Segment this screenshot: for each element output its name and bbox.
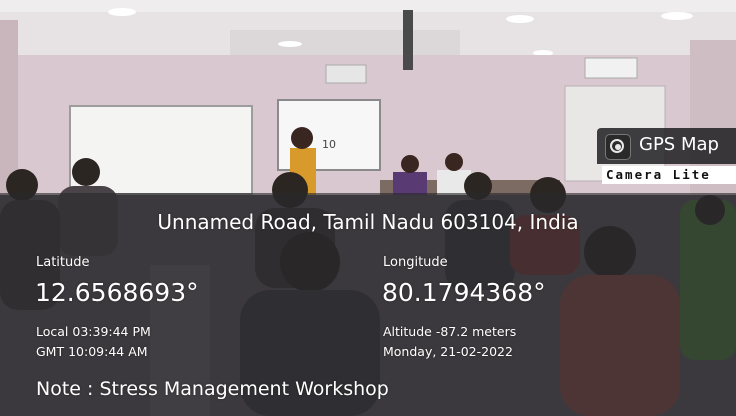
- local-time: Local 03:39:44 PM: [36, 324, 151, 339]
- note-text: Note : Stress Management Workshop: [36, 378, 389, 400]
- camera-lens-icon: [605, 134, 631, 160]
- badge-subtitle: Camera Lite: [602, 166, 736, 184]
- badge-header: GPS Map: [597, 128, 736, 164]
- gmt-time: GMT 10:09:44 AM: [36, 344, 148, 359]
- address-text: Unnamed Road, Tamil Nadu 603104, India: [157, 210, 579, 234]
- badge-title: GPS Map: [639, 134, 719, 155]
- longitude-value: 80.1794368°: [382, 278, 546, 307]
- latitude-value: 12.6568693°: [35, 278, 199, 307]
- date-text: Monday, 21-02-2022: [383, 344, 513, 359]
- altitude-text: Altitude -87.2 meters: [383, 324, 517, 339]
- projector-slide-number: 10: [322, 138, 336, 151]
- gps-map-camera-badge: GPS Map Camera Lite: [597, 128, 736, 186]
- latitude-label: Latitude: [36, 255, 90, 270]
- longitude-label: Longitude: [383, 255, 448, 270]
